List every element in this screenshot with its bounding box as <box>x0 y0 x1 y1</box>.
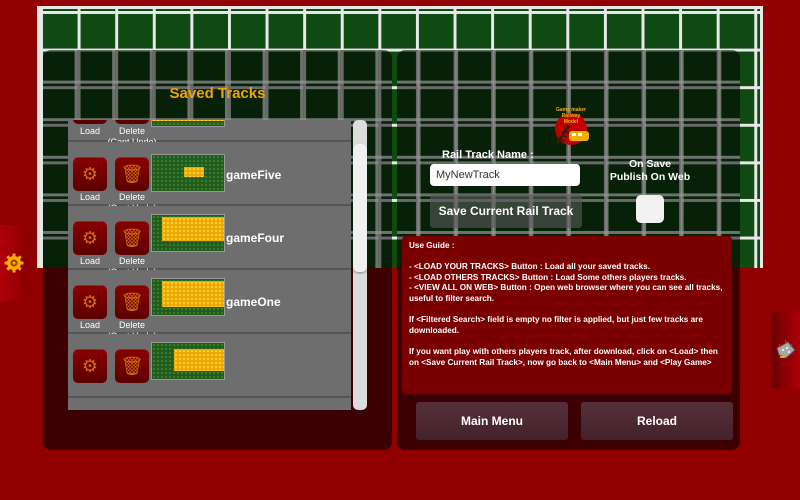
load-button[interactable]: ⚙ <box>73 157 107 191</box>
load-button[interactable] <box>73 120 107 124</box>
reload-button[interactable]: Reload <box>581 402 733 440</box>
track-name: gameFive <box>226 168 282 182</box>
track-row: ⚙ 🗑 Load Delete(Cant Undo) gameFive <box>68 142 351 213</box>
trash-icon: 🗑 <box>120 163 144 184</box>
trash-icon: 🗑 <box>120 355 144 376</box>
train-side-tab[interactable] <box>772 312 800 388</box>
track-row: ⚙ 🗑 Load Delete(Cant Undo) gameFour <box>68 206 351 277</box>
guide-filter-note: If <Filtered Search> field is empty no f… <box>409 315 703 335</box>
gear-icon: ⚙ <box>81 163 99 184</box>
guide-line: - <LOAD OTHERS TRACKS> Button : Load Som… <box>409 272 687 282</box>
trash-icon: 🗑 <box>120 227 144 248</box>
saved-tracks-title: Saved Tracks <box>169 85 266 102</box>
railway-model-logo: Game maker Railway Model <box>555 107 589 145</box>
publish-on-web-checkbox[interactable] <box>636 195 664 223</box>
delete-button[interactable]: 🗑 <box>115 285 149 319</box>
svg-text:Model: Model <box>564 119 579 125</box>
saved-tracks-panel: Saved Tracks Load Delete(Cant Undo) ⚙ 🗑 … <box>43 50 392 450</box>
guide-heading: Use Guide : <box>409 241 455 250</box>
guide-line: - <LOAD YOUR TRACKS> Button : Load all y… <box>409 262 650 272</box>
guide-line: - <VIEW ALL ON WEB> Button : Open web br… <box>409 283 723 303</box>
settings-side-tab[interactable] <box>0 225 28 301</box>
track-thumbnail <box>151 214 225 252</box>
track-name-label: Rail Track Name : <box>442 149 534 161</box>
gear-icon: ⚙ <box>81 227 99 248</box>
load-button[interactable]: ⚙ <box>73 221 107 255</box>
track-name: gameFour <box>226 231 285 245</box>
track-name: gameOne <box>226 295 281 309</box>
save-track-button[interactable]: Save Current Rail Track <box>430 194 582 228</box>
main-menu-button[interactable]: Main Menu <box>416 402 568 440</box>
track-thumbnail <box>151 278 225 316</box>
tracks-scrollbar[interactable] <box>353 120 367 410</box>
scrollbar-thumb[interactable] <box>353 144 367 272</box>
gear-icon: ⚙ <box>81 291 99 312</box>
guide-play-note: If you want play with others players tra… <box>409 346 718 367</box>
delete-button[interactable]: 🗑 <box>115 221 149 255</box>
load-button[interactable]: ⚙ <box>73 349 107 383</box>
gear-icon <box>4 253 24 273</box>
save-track-panel: Game maker Railway Model Rail Track Name… <box>397 50 740 450</box>
gear-icon: ⚙ <box>81 355 99 376</box>
track-row: ⚙ 🗑 Load Delete(Cant Undo) gameOne <box>68 270 351 341</box>
track-thumbnail <box>151 154 225 192</box>
track-row: ⚙ 🗑 <box>68 334 351 398</box>
track-row: Load Delete(Cant Undo) <box>68 120 351 147</box>
load-button[interactable]: ⚙ <box>73 285 107 319</box>
trash-icon: 🗑 <box>120 291 144 312</box>
track-thumbnail <box>151 120 225 127</box>
use-guide: Use Guide : - <LOAD YOUR TRACKS> Button … <box>402 236 732 394</box>
train-wreck-icon <box>776 339 796 359</box>
delete-button[interactable] <box>115 120 149 124</box>
saved-tracks-list: Load Delete(Cant Undo) ⚙ 🗑 Load Delete(C… <box>68 120 351 410</box>
publish-label: On Save Publish On Web <box>609 158 691 183</box>
delete-button[interactable]: 🗑 <box>115 157 149 191</box>
track-thumbnail <box>151 342 225 380</box>
track-name-input[interactable] <box>430 164 580 186</box>
delete-button[interactable]: 🗑 <box>115 349 149 383</box>
